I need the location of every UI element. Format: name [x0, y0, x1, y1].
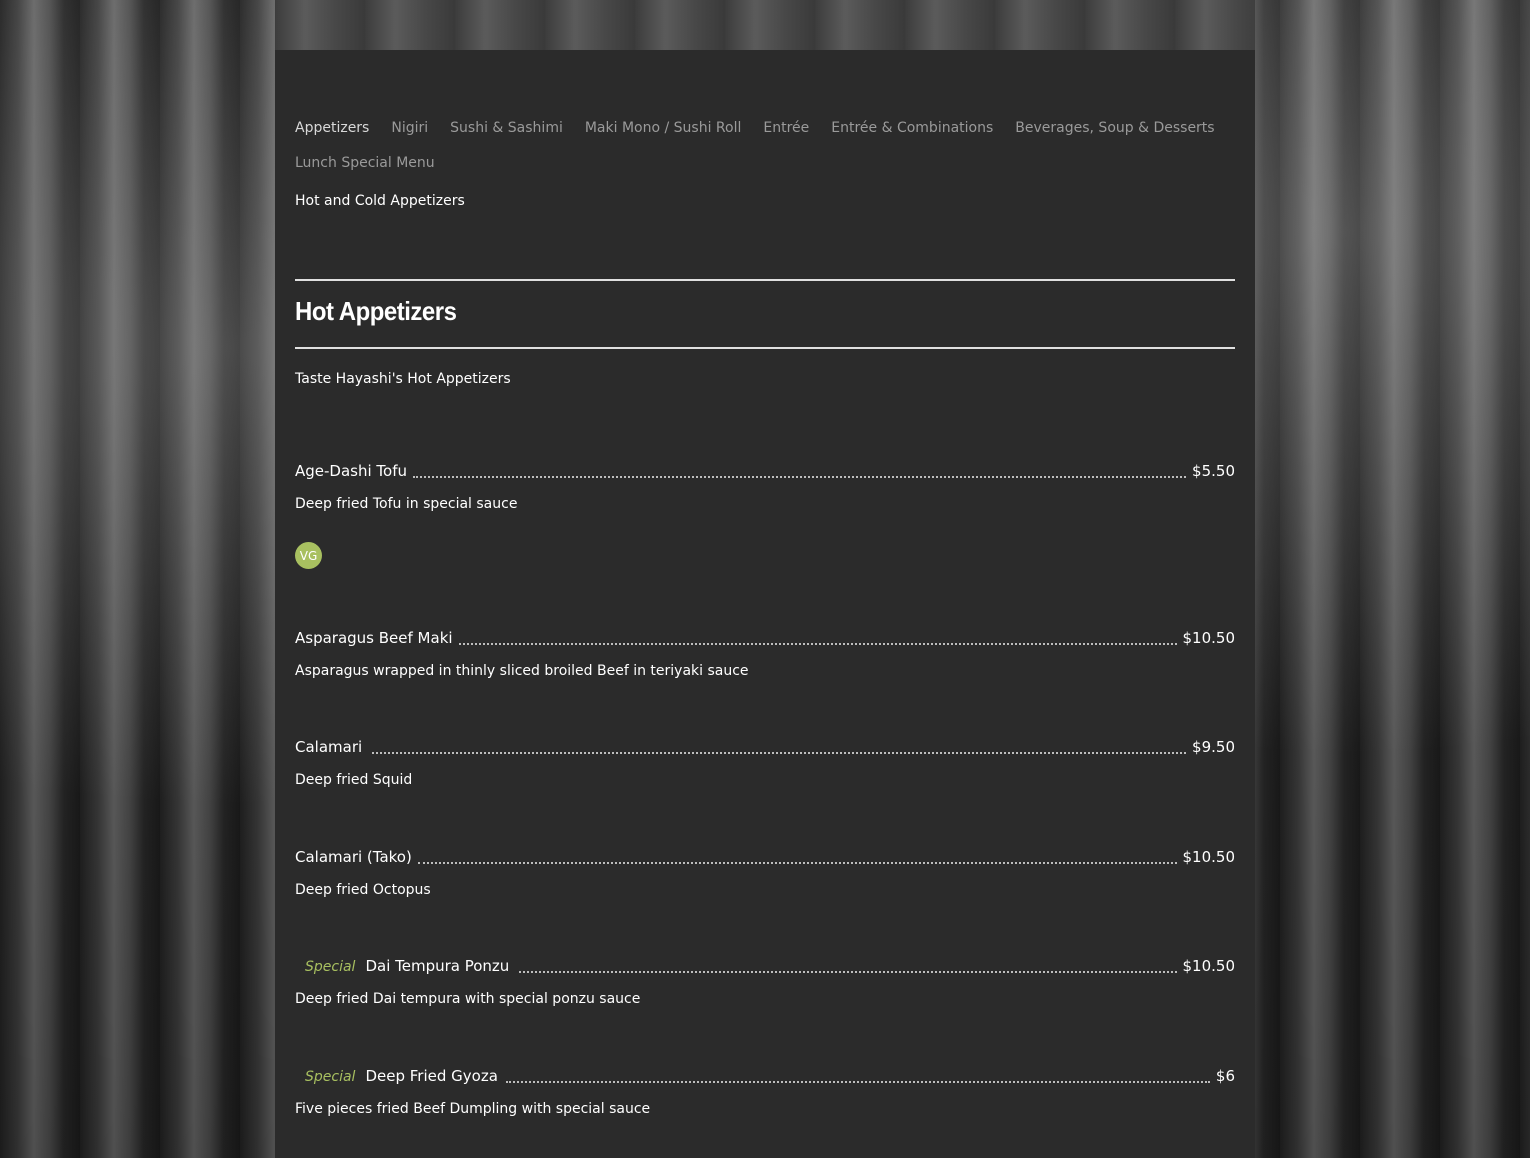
section-divider-top [295, 279, 1235, 281]
menu-item: Calamari (Tako) $10.50 Deep fried Octopu… [295, 848, 1235, 898]
item-name: Calamari [295, 738, 363, 756]
item-description: Five pieces fried Beef Dumpling with spe… [295, 1101, 651, 1117]
dot-leader [417, 861, 1177, 864]
section-tagline: Taste Hayashi's Hot Appetizers [295, 371, 511, 387]
section-divider-bottom [295, 347, 1235, 349]
item-description: Deep fried Dai tempura with special ponz… [295, 991, 641, 1007]
menu-tabs: Appetizers Nigiri Sushi & Sashimi Maki M… [295, 114, 1235, 171]
menu-item: Special Dai Tempura Ponzu $10.50 Deep fr… [295, 957, 1235, 1007]
dot-leader [458, 642, 1177, 645]
special-label: Special [305, 1069, 356, 1085]
item-name: Dai Tempura Ponzu [365, 957, 510, 975]
item-price: $5.50 [1192, 462, 1235, 480]
vegetarian-badge-icon: VG [295, 542, 322, 569]
item-price: $10.50 [1182, 957, 1236, 975]
dot-leader [413, 475, 1187, 478]
menu-item: Age-Dashi Tofu $5.50 Deep fried Tofu in … [295, 462, 1235, 512]
item-description: Asparagus wrapped in thinly sliced broil… [295, 663, 749, 679]
menu-item: Special Deep Fried Gyoza $6 Five pieces … [295, 1067, 1235, 1117]
dot-leader [519, 970, 1177, 973]
tab-entree[interactable]: Entrée [763, 120, 809, 136]
item-description: Deep fried Tofu in special sauce [295, 496, 518, 512]
special-label: Special [305, 959, 356, 975]
item-price: $10.50 [1182, 848, 1236, 866]
tab-entree-combinations[interactable]: Entrée & Combinations [831, 120, 993, 136]
item-description: Deep fried Squid [295, 772, 413, 788]
menu-item: Calamari $9.50 Deep fried Squid [295, 738, 1235, 788]
tab-lunch-special[interactable]: Lunch Special Menu [295, 155, 435, 171]
item-price: $6 [1215, 1067, 1235, 1085]
tab-beverages-soup-desserts[interactable]: Beverages, Soup & Desserts [1015, 120, 1214, 136]
section-title: Hot Appetizers [295, 296, 457, 326]
tab-appetizers[interactable]: Appetizers [295, 120, 369, 136]
dot-leader [372, 751, 1187, 754]
item-price: $9.50 [1192, 738, 1235, 756]
item-description: Deep fried Octopus [295, 882, 431, 898]
menu-item: Asparagus Beef Maki $10.50 Asparagus wra… [295, 629, 1235, 679]
dot-leader [505, 1080, 1210, 1083]
tab-maki-mono[interactable]: Maki Mono / Sushi Roll [585, 120, 742, 136]
item-name: Age-Dashi Tofu [295, 462, 408, 480]
item-price: $10.50 [1182, 629, 1236, 647]
menu-panel: Appetizers Nigiri Sushi & Sashimi Maki M… [275, 50, 1255, 1158]
tab-nigiri[interactable]: Nigiri [391, 120, 428, 136]
item-name: Asparagus Beef Maki [295, 629, 453, 647]
item-name: Calamari (Tako) [295, 848, 412, 866]
item-name: Deep Fried Gyoza [365, 1067, 498, 1085]
tab-sushi-sashimi[interactable]: Sushi & Sashimi [450, 120, 563, 136]
header-banner [275, 0, 1255, 50]
menu-description: Hot and Cold Appetizers [295, 193, 465, 209]
